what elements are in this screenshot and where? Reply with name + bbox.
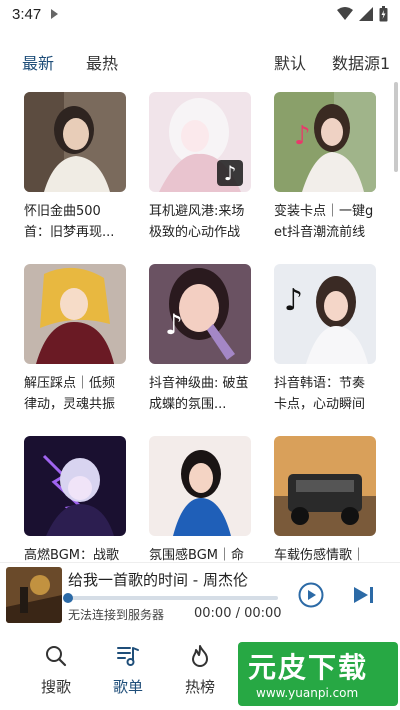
filter-hottest[interactable]: 最热 [86,50,118,74]
play-button[interactable] [298,582,324,608]
playlist-cover [24,264,126,364]
playlist-title: 抖音神级曲: 破茧成蝶的氛围... [149,376,249,412]
now-playing-cover[interactable] [6,567,62,623]
watermark-text: 元皮下载 [248,651,369,684]
data-source-select[interactable]: 数据源1 [332,50,390,74]
playlist-cover [24,92,126,192]
svg-text:♪: ♪ [284,283,303,318]
status-time: 3:47 [12,5,42,23]
filter-bar: 最新 最热 默认 数据源1 [0,44,400,76]
nav-playlist-label: 歌单 [112,678,143,696]
search-icon [46,646,67,667]
playlist-title: 怀旧金曲500首：旧梦再现... [24,204,115,240]
svg-text:♪: ♪ [165,308,183,341]
now-playing-title: 给我一首歌的时间 - 周杰伦 [68,571,248,589]
playlist-card[interactable]: 解压踩点｜低频律动，灵魂共振 [24,264,126,415]
playlist-card[interactable]: ♪ 耳机避风港:来场极致的心动作战 [149,92,251,243]
watermark-url: www.yuanpi.com [256,686,359,700]
playlist-cover [24,436,126,536]
nav-playlist[interactable]: 歌单 [98,632,158,697]
playlist-title: 解压踩点｜低频律动，灵魂共振 [24,376,116,412]
playlist-card[interactable]: ♪ 抖音韩语：节奏卡点，心动瞬间 [274,264,376,415]
playlist-cover: ♪ [149,264,251,364]
media-playing-icon [51,9,59,19]
playlist-card[interactable]: 怀旧金曲500首：旧梦再现... [24,92,126,243]
progress-knob[interactable] [63,593,73,603]
wifi-icon [337,7,353,20]
filter-latest[interactable]: 最新 [22,50,54,74]
playlist-cover [149,436,251,536]
progress-bar[interactable] [63,593,278,603]
playlist-icon [117,647,139,666]
nav-charts-label: 热榜 [184,678,215,696]
playlist-card[interactable]: ♪ 抖音神级曲: 破茧成蝶的氛围... [149,264,251,415]
playlist-title: 耳机避风港:来场极致的心动作战 [149,204,245,240]
sort-default[interactable]: 默认 [274,50,306,74]
playlist-cover: ♪ [274,264,376,364]
signal-icon [359,7,373,21]
nav-search-label: 搜歌 [40,678,71,696]
svg-text:♪: ♪ [294,121,311,151]
battery-icon [379,6,388,22]
playlist-title: 抖音韩语：节奏卡点，心动瞬间 [274,376,366,412]
site-watermark: 元皮下载 www.yuanpi.com [238,642,398,706]
playlist-cover [274,436,376,536]
status-icons [337,6,388,22]
playback-time: 00:00 / 00:00 [194,606,282,621]
nav-search[interactable]: 搜歌 [26,632,86,697]
mini-player[interactable]: 给我一首歌的时间 - 周杰伦 无法连接到服务器 00:00 / 00:00 [0,562,400,628]
flame-icon [192,645,208,667]
playlist-cover: ♪ [149,92,251,192]
scrollbar[interactable] [394,82,398,172]
connection-status: 无法连接到服务器 [68,608,165,622]
playlist-title: 变装卡点｜一键get抖音潮流前线 [274,204,374,240]
svg-text:♪: ♪ [224,161,237,185]
status-bar: 3:47 [0,0,400,28]
nav-charts[interactable]: 热榜 [170,632,230,697]
next-track-button[interactable] [352,585,376,605]
playlist-card[interactable]: ♪ 变装卡点｜一键get抖音潮流前线 [274,92,376,243]
playlist-cover: ♪ [274,92,376,192]
